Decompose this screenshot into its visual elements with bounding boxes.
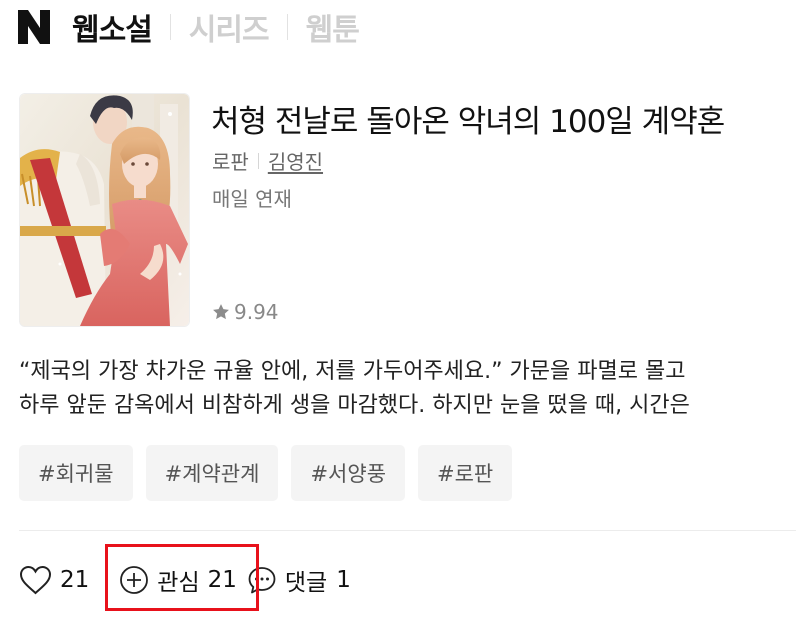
naver-n-logo-icon[interactable] — [18, 10, 50, 44]
tag-chip[interactable]: #로판 — [418, 445, 513, 501]
nav-divider — [169, 14, 171, 40]
synopsis-line: “제국의 가장 차가운 규율 안에, 저를 가두어주세요.” 가문을 파멸로 몰… — [19, 359, 686, 384]
section-divider — [19, 530, 796, 531]
tag-chip[interactable]: #회귀물 — [19, 445, 133, 501]
like-button[interactable]: 21 — [19, 565, 89, 595]
interest-button[interactable]: 관심 21 — [119, 563, 237, 597]
like-count: 21 — [60, 567, 90, 593]
plus-circle-icon — [120, 566, 149, 594]
tag-chip[interactable]: #서양풍 — [291, 445, 406, 501]
top-navigation: 웹소설 시리즈 웹툰 — [18, 5, 360, 49]
interest-label: 관심 — [157, 570, 200, 596]
rating-value: 9.94 — [234, 300, 279, 324]
nav-tab-webnovel[interactable]: 웹소설 — [72, 5, 153, 49]
star-icon — [213, 304, 229, 320]
rating: 9.94 — [211, 300, 279, 324]
nav-divider — [286, 14, 288, 40]
synopsis[interactable]: “제국의 가장 차가운 규율 안에, 저를 가두어주세요.” 가문을 파멸로 몰… — [19, 355, 796, 423]
work-meta: 로판 김영진 — [212, 146, 323, 175]
interest-highlight-wrapper: 관심 21 — [105, 544, 260, 611]
action-bar: 21 관심 21 댓글 1 — [19, 544, 351, 611]
cover-image[interactable] — [19, 93, 190, 327]
work-title: 처형 전날로 돌아온 악녀의 100일 계약혼 — [211, 104, 725, 140]
comment-bubble-icon — [248, 567, 276, 594]
nav-tab-series[interactable]: 시리즈 — [189, 5, 270, 49]
author-link[interactable]: 김영진 — [268, 146, 323, 175]
synopsis-line: 하루 앞둔 감옥에서 비참하게 생을 마감했다. 하지만 눈을 떴을 때, 시간… — [19, 393, 690, 418]
tag-list: #회귀물 #계약관계 #서양풍 #로판 — [19, 445, 513, 501]
genre-label: 로판 — [212, 150, 249, 174]
interest-count: 21 — [207, 567, 237, 593]
meta-divider — [257, 152, 259, 169]
heart-icon — [19, 565, 52, 595]
comment-count: 1 — [336, 567, 351, 593]
tag-chip[interactable]: #계약관계 — [145, 445, 279, 501]
serial-schedule: 매일 연재 — [212, 187, 292, 211]
comment-label: 댓글 — [284, 570, 328, 596]
comment-button[interactable]: 댓글 1 — [247, 563, 351, 597]
nav-tab-webtoon[interactable]: 웹툰 — [306, 5, 360, 49]
